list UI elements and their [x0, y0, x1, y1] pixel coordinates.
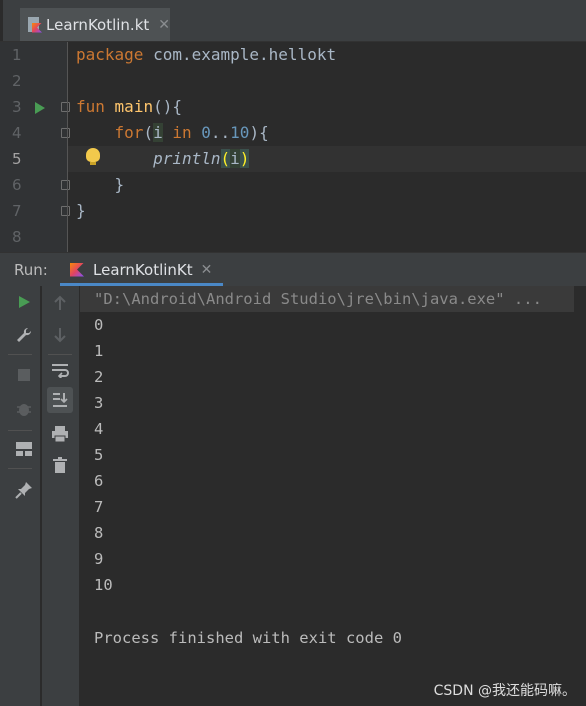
- up-arrow-icon[interactable]: [49, 292, 71, 314]
- line-number: 2: [12, 72, 22, 90]
- line-number: 7: [12, 202, 22, 220]
- line-number: 4: [12, 124, 22, 142]
- output-line: 8: [94, 524, 104, 542]
- kotlin-icon: [70, 262, 84, 277]
- code-line-5: println(i): [153, 149, 250, 168]
- editor-tab-learnkotlin[interactable]: LearnKotlin.kt ✕: [20, 8, 170, 41]
- output-line: 6: [94, 472, 104, 490]
- wrench-icon[interactable]: [13, 324, 35, 346]
- editor-tab-bar: LearnKotlin.kt ✕: [0, 0, 586, 42]
- output-line: 9: [94, 550, 104, 568]
- run-tab-label: LearnKotlinKt: [93, 260, 193, 279]
- close-run-tab-icon[interactable]: ✕: [201, 262, 213, 278]
- fold-marker-icon[interactable]: [61, 206, 70, 216]
- gutter: 1 2 3 4 5 6 7 8: [0, 42, 70, 252]
- soft-wrap-icon[interactable]: [49, 359, 71, 381]
- output-line: 5: [94, 446, 104, 464]
- run-toolbar-secondary: [42, 286, 79, 706]
- layout-icon[interactable]: [13, 438, 35, 460]
- pin-icon[interactable]: [13, 479, 35, 501]
- line-number: 6: [12, 176, 22, 194]
- toolbar-divider: [8, 354, 32, 355]
- output-line: 3: [94, 394, 104, 412]
- print-icon[interactable]: [49, 423, 71, 445]
- output-line: 4: [94, 420, 104, 438]
- line-number-current: 5: [12, 150, 22, 168]
- command-line[interactable]: "D:\Android\Android Studio\jre\bin\java.…: [94, 286, 542, 312]
- process-finished-message: Process finished with exit code 0: [94, 629, 402, 647]
- line-number: 1: [12, 46, 22, 64]
- trash-icon[interactable]: [49, 454, 71, 476]
- fold-marker-icon[interactable]: [61, 102, 70, 112]
- run-gutter-icon[interactable]: [35, 102, 45, 114]
- toolbar-divider: [8, 468, 32, 469]
- fold-marker-icon[interactable]: [61, 128, 70, 138]
- line-number: 8: [12, 228, 22, 246]
- run-toolbar-primary: [0, 286, 40, 706]
- run-tab-learnkotlinkt[interactable]: LearnKotlinKt ✕: [60, 253, 223, 286]
- output-line: 2: [94, 368, 104, 386]
- code-line-4: for(i in 0..10){: [114, 123, 269, 142]
- console-output[interactable]: "D:\Android\Android Studio\jre\bin\java.…: [80, 286, 586, 706]
- tabbar-edge: [0, 0, 3, 41]
- code-line-7: }: [76, 201, 86, 220]
- run-panel-header: Run: LearnKotlinKt ✕: [0, 252, 586, 286]
- down-arrow-icon[interactable]: [49, 324, 71, 346]
- close-tab-icon[interactable]: ✕: [158, 17, 170, 33]
- watermark: CSDN @我还能码嘛。: [433, 683, 576, 699]
- scroll-to-end-icon[interactable]: [47, 387, 73, 413]
- output-line: 1: [94, 342, 104, 360]
- run-label: Run:: [14, 261, 48, 279]
- code-editor[interactable]: 1 2 3 4 5 6 7 8 package com.example.hell…: [0, 42, 586, 252]
- run-icon[interactable]: [13, 291, 35, 313]
- code-line-3: fun main(){: [76, 97, 182, 116]
- output-line: 10: [94, 576, 113, 594]
- output-line: 7: [94, 498, 104, 516]
- editor-tab-label: LearnKotlin.kt: [46, 15, 150, 34]
- stop-icon[interactable]: [13, 364, 35, 386]
- code-line-1: package com.example.hellokt: [76, 45, 337, 64]
- code-line-6: }: [114, 175, 125, 194]
- output-line: 0: [94, 316, 104, 334]
- run-panel: "D:\Android\Android Studio\jre\bin\java.…: [0, 286, 586, 706]
- toolbar-divider: [48, 354, 72, 355]
- toolbar-divider: [8, 430, 32, 431]
- line-number: 3: [12, 98, 22, 116]
- kotlin-file-icon: [28, 16, 42, 33]
- bug-icon[interactable]: [13, 398, 35, 420]
- fold-marker-icon[interactable]: [61, 180, 70, 190]
